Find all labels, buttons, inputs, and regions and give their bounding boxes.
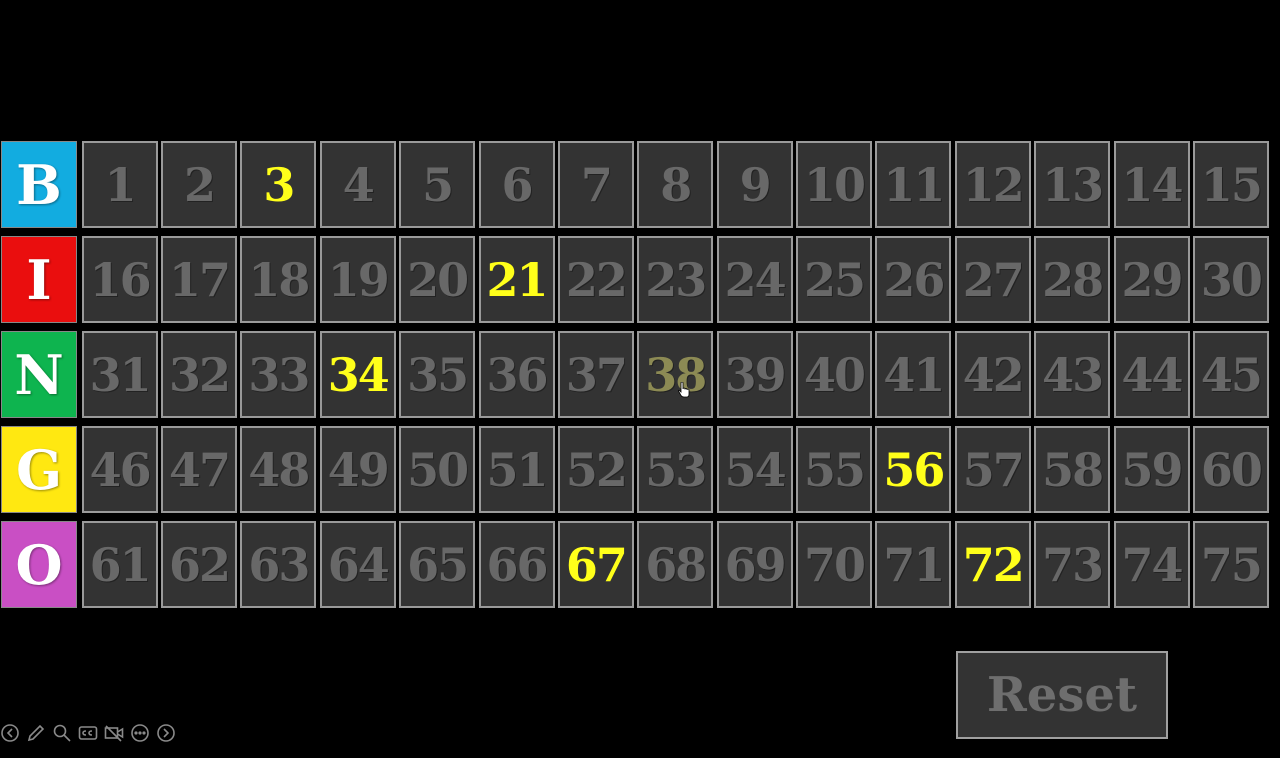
number-cell[interactable]: 69 xyxy=(716,521,793,608)
camera-off-icon[interactable] xyxy=(104,723,124,743)
bingo-row-o: O 61 62 63 64 65 66 67 68 69 70 71 72 73 74 75 xyxy=(0,520,1275,611)
number-cell[interactable]: 60 xyxy=(1192,426,1269,513)
number-cell[interactable]: 70 xyxy=(796,521,873,608)
more-icon[interactable] xyxy=(130,723,150,743)
number-cell[interactable]: 17 xyxy=(161,236,238,323)
number-cell[interactable]: 48 xyxy=(240,426,317,513)
letter-cell-n: N xyxy=(1,331,77,418)
number-cell[interactable]: 37 xyxy=(557,331,634,418)
number-cell[interactable]: 63 xyxy=(240,521,317,608)
number-cell[interactable]: 16 xyxy=(81,236,158,323)
number-cell[interactable]: 61 xyxy=(81,521,158,608)
number-cell[interactable]: 3 xyxy=(240,141,317,228)
number-cell[interactable]: 74 xyxy=(1113,521,1190,608)
forward-arrow-icon[interactable] xyxy=(156,723,176,743)
number-cell[interactable]: 50 xyxy=(399,426,476,513)
back-arrow-icon[interactable] xyxy=(0,723,20,743)
number-cell[interactable]: 39 xyxy=(716,331,793,418)
number-cell[interactable]: 75 xyxy=(1192,521,1269,608)
number-cell[interactable]: 46 xyxy=(81,426,158,513)
number-cell[interactable]: 42 xyxy=(954,331,1031,418)
number-cell[interactable]: 73 xyxy=(1034,521,1111,608)
number-cell[interactable]: 66 xyxy=(478,521,555,608)
number-cell[interactable]: 32 xyxy=(161,331,238,418)
number-cell[interactable]: 19 xyxy=(319,236,396,323)
captions-icon[interactable] xyxy=(78,723,98,743)
number-cell[interactable]: 1 xyxy=(81,141,158,228)
bingo-row-g: G 46 47 48 49 50 51 52 53 54 55 56 57 58 59 60 xyxy=(0,425,1275,516)
number-cell[interactable]: 53 xyxy=(637,426,714,513)
number-cell[interactable]: 44 xyxy=(1113,331,1190,418)
zoom-icon[interactable] xyxy=(52,723,72,743)
number-cell[interactable]: 36 xyxy=(478,331,555,418)
number-cell[interactable]: 6 xyxy=(478,141,555,228)
number-cell[interactable]: 10 xyxy=(796,141,873,228)
number-cell[interactable]: 22 xyxy=(557,236,634,323)
slideshow-toolbar xyxy=(0,720,176,746)
number-cell[interactable]: 11 xyxy=(875,141,952,228)
letter-cell-o: O xyxy=(1,521,77,608)
number-cell[interactable]: 31 xyxy=(81,331,158,418)
number-cell[interactable]: 59 xyxy=(1113,426,1190,513)
number-cell[interactable]: 55 xyxy=(796,426,873,513)
number-cell[interactable]: 68 xyxy=(637,521,714,608)
number-cell[interactable]: 35 xyxy=(399,331,476,418)
number-cell[interactable]: 21 xyxy=(478,236,555,323)
number-cell[interactable]: 54 xyxy=(716,426,793,513)
number-cell[interactable]: 64 xyxy=(319,521,396,608)
number-cell[interactable]: 43 xyxy=(1034,331,1111,418)
number-cell[interactable]: 45 xyxy=(1192,331,1269,418)
letter-cell-g: G xyxy=(1,426,77,513)
bingo-row-n: N 31 32 33 34 35 36 37 38 39 40 41 42 43 44 45 xyxy=(0,330,1275,421)
number-cell[interactable]: 33 xyxy=(240,331,317,418)
number-cell[interactable]: 12 xyxy=(954,141,1031,228)
pen-icon[interactable] xyxy=(26,723,46,743)
number-cell[interactable]: 34 xyxy=(319,331,396,418)
number-cell[interactable]: 71 xyxy=(875,521,952,608)
number-cell[interactable]: 38 xyxy=(637,331,714,418)
number-cell[interactable]: 24 xyxy=(716,236,793,323)
number-cell[interactable]: 5 xyxy=(399,141,476,228)
bingo-row-i: I 16 17 18 19 20 21 22 23 24 25 26 27 28 29 30 xyxy=(0,235,1275,326)
number-cell[interactable]: 62 xyxy=(161,521,238,608)
number-cell[interactable]: 27 xyxy=(954,236,1031,323)
number-cell[interactable]: 15 xyxy=(1192,141,1269,228)
number-cell[interactable]: 57 xyxy=(954,426,1031,513)
number-cell[interactable]: 28 xyxy=(1034,236,1111,323)
number-cell[interactable]: 25 xyxy=(796,236,873,323)
number-cell[interactable]: 26 xyxy=(875,236,952,323)
bingo-board: B 1 2 3 4 5 6 7 8 9 10 11 12 13 14 15 I 16 17 18 19 20 21 22 23 2… xyxy=(0,140,1275,615)
number-cell[interactable]: 65 xyxy=(399,521,476,608)
number-cell[interactable]: 52 xyxy=(557,426,634,513)
number-cell[interactable]: 20 xyxy=(399,236,476,323)
number-cell[interactable]: 23 xyxy=(637,236,714,323)
number-cell[interactable]: 8 xyxy=(637,141,714,228)
number-cell[interactable]: 2 xyxy=(161,141,238,228)
number-cell[interactable]: 4 xyxy=(319,141,396,228)
number-cell[interactable]: 67 xyxy=(557,521,634,608)
number-cell[interactable]: 40 xyxy=(796,331,873,418)
number-cell[interactable]: 56 xyxy=(875,426,952,513)
number-cell[interactable]: 41 xyxy=(875,331,952,418)
number-cell[interactable]: 7 xyxy=(557,141,634,228)
number-cell[interactable]: 14 xyxy=(1113,141,1190,228)
number-cell[interactable]: 9 xyxy=(716,141,793,228)
number-cell[interactable]: 30 xyxy=(1192,236,1269,323)
number-cell[interactable]: 47 xyxy=(161,426,238,513)
reset-button[interactable]: Reset xyxy=(956,651,1168,739)
bingo-row-b: B 1 2 3 4 5 6 7 8 9 10 11 12 13 14 15 xyxy=(0,140,1275,231)
number-cell[interactable]: 29 xyxy=(1113,236,1190,323)
number-cell[interactable]: 13 xyxy=(1034,141,1111,228)
number-cell[interactable]: 72 xyxy=(954,521,1031,608)
letter-cell-b: B xyxy=(1,141,77,228)
number-cell[interactable]: 51 xyxy=(478,426,555,513)
number-cell[interactable]: 18 xyxy=(240,236,317,323)
number-cell[interactable]: 58 xyxy=(1034,426,1111,513)
letter-cell-i: I xyxy=(1,236,77,323)
number-cell[interactable]: 49 xyxy=(319,426,396,513)
